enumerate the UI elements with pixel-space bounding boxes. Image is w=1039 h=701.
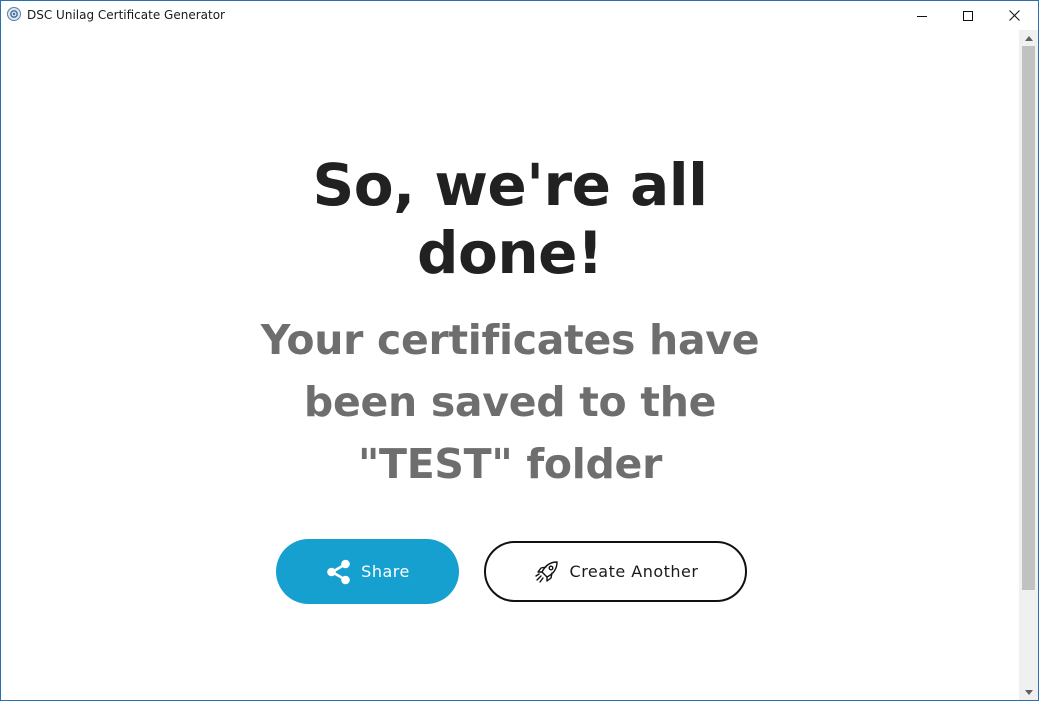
maximize-button[interactable] [945,1,991,30]
headline-line: So, we're all [312,151,708,219]
create-another-button[interactable]: Create Another [484,541,747,602]
page-title: So, we're all done! [1,151,1019,287]
vertical-scrollbar[interactable] [1019,30,1038,700]
title-bar[interactable]: DSC Unilag Certificate Generator [1,1,1038,30]
status-message: Your certificates have been saved to the… [1,309,1019,495]
share-button[interactable]: Share [276,539,459,604]
scroll-down-button[interactable] [1019,684,1038,700]
scroll-up-button[interactable] [1019,30,1038,46]
rocket-icon [534,560,558,583]
scrollbar-thumb[interactable] [1022,46,1035,590]
main-content: So, we're all done! Your certificates ha… [1,30,1019,700]
headline-line: done! [417,219,603,287]
scroll-up-arrow-icon [1024,35,1033,41]
maximize-icon [963,10,973,21]
app-logo-icon [7,7,21,21]
scroll-down-arrow-icon [1024,689,1033,695]
share-icon [327,559,350,584]
status-line: "TEST" folder [357,440,662,488]
app-window: DSC Unilag Certificate Generator So, we'… [0,0,1039,701]
close-icon [1008,10,1020,21]
create-another-label: Create Another [569,562,699,581]
close-button[interactable] [991,1,1037,30]
status-line: Your certificates have [260,316,760,364]
minimize-icon [917,15,927,17]
window-title: DSC Unilag Certificate Generator [27,8,225,22]
status-line: been saved to the [303,378,717,426]
minimize-button[interactable] [899,1,945,30]
share-button-label: Share [361,562,410,581]
